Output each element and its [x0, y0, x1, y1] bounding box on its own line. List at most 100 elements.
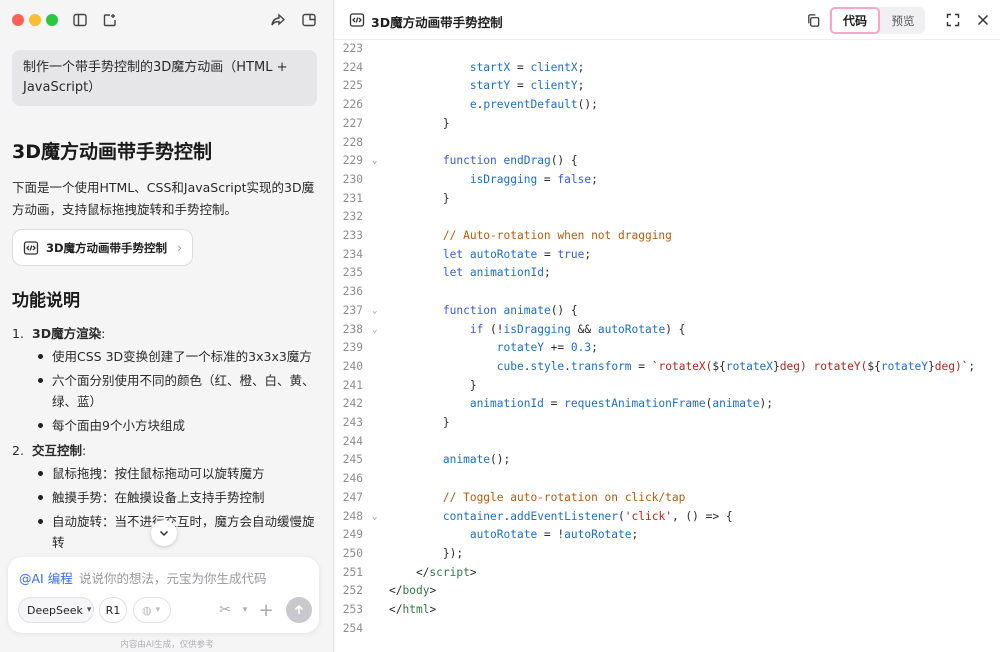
code-line: 231 } [335, 190, 1000, 209]
code-line: 253 </html> [335, 601, 1000, 620]
chevron-down-icon [159, 530, 169, 537]
line-number: 226 [342, 98, 363, 112]
code-text: </script> [389, 565, 477, 579]
code-line: 252 </body> [335, 582, 1000, 601]
panel-icon[interactable] [299, 10, 319, 30]
share-icon[interactable] [268, 10, 288, 30]
line-number: 243 [342, 416, 363, 429]
code-text: function endDrag() { [442, 154, 578, 168]
line-number: 254 [342, 621, 363, 635]
line-number: 245 [342, 453, 363, 467]
close-icon[interactable] [975, 12, 991, 28]
code-line: 250 }); [335, 545, 1000, 564]
code-line: 240 cube.style.transform = `rotateX(${ro… [335, 358, 1000, 377]
model-selector[interactable]: DeepSeek ▾ [18, 597, 94, 623]
code-line: 232 [335, 208, 1000, 227]
new-chat-icon[interactable] [100, 10, 120, 30]
code-text: animationId = requestAnimationFrame(anim… [469, 397, 773, 411]
fold-chevron-icon[interactable]: ⌄ [372, 302, 382, 321]
code-line: 243 } [335, 414, 1000, 433]
fullscreen-icon[interactable] [945, 12, 961, 28]
line-number: 233 [342, 229, 363, 242]
fold-chevron-icon[interactable]: ⌄ [372, 321, 382, 340]
code-viewer-header: 3D魔方动画带手势控制 代码 预览 [335, 0, 1000, 40]
view-mode-switch: 代码 预览 [829, 7, 925, 34]
answer-intro: 下面是一个使用HTML、CSS和JavaScript实现的3D魔方动画，支持鼠标… [12, 180, 315, 217]
section-number: 1. [12, 326, 24, 341]
code-line: 244 [335, 433, 1000, 452]
line-number: 228 [342, 135, 363, 149]
code-text: }); [389, 546, 464, 560]
line-number: 244 [342, 434, 363, 448]
globe-icon: ◍ [142, 603, 152, 617]
copy-button[interactable] [804, 11, 822, 29]
code-line: 230 isDragging = false; [335, 171, 1000, 190]
user-message: 制作一个带手势控制的3D魔方动画（HTML + JavaScript） [12, 50, 317, 106]
code-text: cube.style.transform = `rotateX(${rotate… [496, 359, 976, 373]
line-number: 238 [342, 322, 363, 336]
plus-icon[interactable]: + [257, 600, 275, 621]
code-text: e.preventDefault(); [469, 98, 598, 112]
window-minimize-dot[interactable] [29, 14, 41, 26]
window-close-dot[interactable] [12, 14, 24, 26]
code-line: 224 startX = clientX; [335, 59, 1000, 78]
code-text: let autoRotate = true; [442, 247, 592, 261]
code-text: // Auto-rotation when not dragging [442, 229, 672, 242]
code-editor[interactable]: 223 224 startX = clientX; 225 startY = cli… [335, 40, 1000, 652]
code-line: 245 animate(); [335, 451, 1000, 470]
section-title: 3D魔方渲染 [32, 326, 102, 341]
composer-input[interactable]: 说说你的想法，元宝为你生成代码 [79, 568, 267, 587]
tab-preview[interactable]: 预览 [881, 7, 925, 34]
list-item: 鼠标拖拽：按住鼠标拖动可以旋转魔方 [12, 463, 322, 484]
code-text: container.addEventListener('click', () =… [442, 509, 733, 523]
code-line: 229 ⌄ function endDrag() { [335, 152, 1000, 171]
list-item: 六个面分别使用不同的颜色（红、橙、白、黄、绿、蓝） [12, 370, 322, 412]
line-number: 249 [342, 528, 363, 542]
answer-heading: 3D魔方动画带手势控制 [12, 141, 212, 163]
window-titlebar [0, 0, 333, 40]
line-number: 251 [342, 565, 363, 579]
chat-composer[interactable]: @AI 编程 说说你的想法，元宝为你生成代码 DeepSeek ▾ R1 ◍ ▾… [8, 557, 319, 633]
chevron-down-icon[interactable]: ▾ [236, 601, 254, 619]
line-number: 236 [342, 285, 363, 299]
window-zoom-dot[interactable] [46, 14, 58, 26]
code-text: </body> [389, 584, 437, 598]
code-line: 225 startY = clientY; [335, 77, 1000, 96]
code-line: 239 rotateY += 0.3; [335, 339, 1000, 358]
model-selector-label: DeepSeek [27, 603, 83, 617]
send-button[interactable] [286, 597, 312, 623]
line-number: 234 [342, 247, 363, 261]
composer-mode-tag[interactable]: @AI 编程 [19, 568, 73, 587]
scroll-to-bottom-button[interactable] [151, 520, 177, 546]
line-number: 235 [342, 266, 363, 280]
scissors-icon[interactable]: ✂ [216, 601, 234, 619]
code-text: animate(); [442, 453, 511, 467]
code-text: rotateY += 0.3; [496, 341, 598, 355]
code-text: autoRotate = !autoRotate; [469, 528, 639, 542]
code-text: // Toggle auto-rotation on click/tap [442, 490, 686, 504]
list-item-section: 1. 3D魔方渲染: [12, 322, 322, 346]
features-heading: 功能说明 [12, 291, 80, 311]
code-line: 234 let autoRotate = true; [335, 246, 1000, 265]
code-viewer-panel: 3D魔方动画带手势控制 代码 预览 223 224 startX = client… [335, 0, 1000, 652]
line-number: 232 [342, 210, 363, 224]
code-line: 237 ⌄ function animate() { [335, 302, 1000, 321]
fold-chevron-icon[interactable]: ⌄ [372, 508, 382, 527]
chevron-down-icon: ▾ [155, 605, 161, 615]
code-line: 249 autoRotate = !autoRotate; [335, 526, 1000, 545]
code-artifact-card[interactable]: 3D魔方动画带手势控制 › [12, 229, 193, 266]
chevron-right-icon: › [177, 240, 182, 255]
web-search-toggle[interactable]: ◍ ▾ [133, 597, 171, 623]
sidebar-toggle-icon[interactable] [70, 10, 90, 30]
fold-chevron-icon[interactable]: ⌄ [372, 152, 382, 171]
tab-code[interactable]: 代码 [830, 7, 880, 34]
code-text: startY = clientY; [469, 79, 585, 93]
code-line: 241 } [335, 377, 1000, 396]
section-number: 2. [12, 443, 24, 458]
r1-toggle[interactable]: R1 [99, 597, 127, 623]
line-number: 242 [342, 397, 363, 411]
code-text: if (!isDragging && autoRotate) { [469, 322, 686, 336]
line-number: 239 [342, 341, 363, 355]
code-text: } [389, 416, 450, 429]
code-artifact-label: 3D魔方动画带手势控制 [46, 240, 168, 255]
